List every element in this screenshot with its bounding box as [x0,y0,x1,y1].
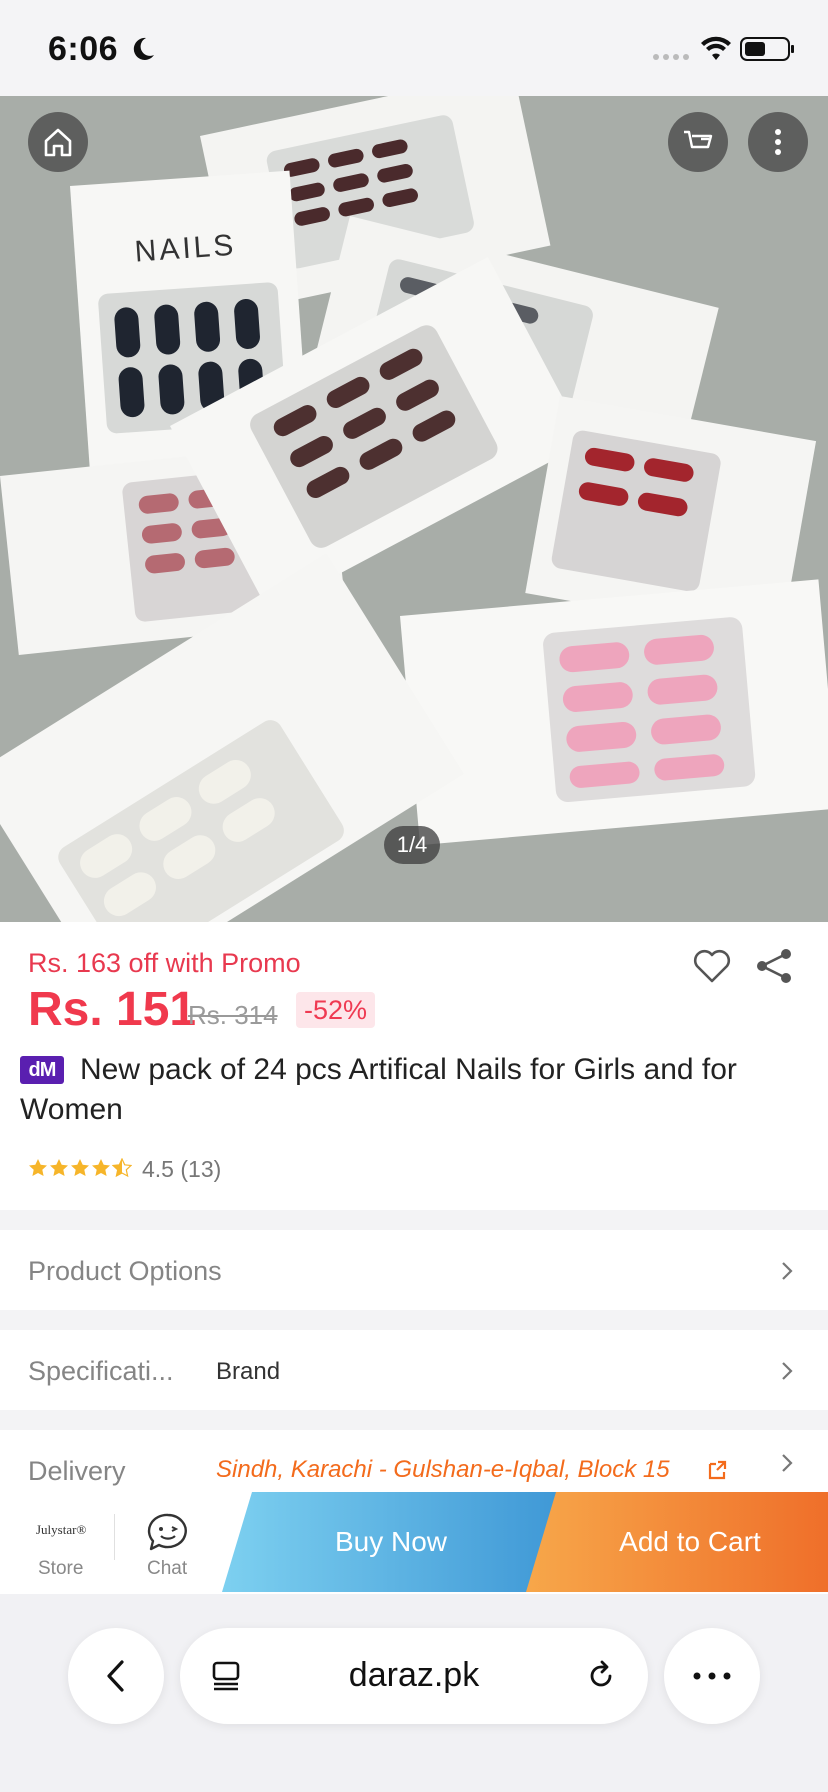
url-text: daraz.pk [348,1656,480,1694]
delivery-row[interactable]: Delivery Sindh, Karachi - Gulshan-e-Iqba… [0,1430,828,1492]
external-link-icon [708,1460,727,1480]
rating-count: (13) [180,1156,222,1182]
vertical-dots-icon [775,129,781,155]
product-title: New pack of 24 pcs Artifical Nails for G… [20,1053,737,1126]
browser-menu-button[interactable] [664,1628,760,1724]
chevron-right-icon [782,1362,793,1380]
delivery-location: Sindh, Karachi - Gulshan-e-Iqbal, Block … [216,1456,670,1483]
wifi-icon [701,36,731,60]
chat-icon [147,1513,187,1551]
chevron-left-icon [107,1660,124,1692]
rating-stars [28,1158,132,1178]
share-icon[interactable] [754,946,794,986]
product-photo: NAILS [0,96,828,922]
divider [114,1514,115,1560]
star-icon [50,1159,68,1176]
star-icon [29,1159,47,1176]
buy-now-button[interactable]: Buy Now [222,1492,560,1592]
half-star-icon [112,1158,132,1178]
current-price: Rs. 151 [28,983,197,1036]
chat-label: Chat [147,1558,188,1579]
product-options-label: Product Options [28,1256,222,1286]
rating-summary: 4.5 (13) [142,1156,221,1183]
wishlist-heart-icon[interactable] [692,948,732,984]
specifications-row[interactable]: Specificati... Brand [0,1330,828,1410]
specifications-value: Brand [216,1358,281,1385]
product-options-row[interactable]: Product Options [0,1230,828,1310]
store-label: Store [38,1558,84,1579]
horizontal-dots-icon [693,1672,731,1680]
home-button[interactable] [28,112,88,172]
address-bar[interactable]: daraz.pk [180,1628,648,1724]
product-image-carousel[interactable]: NAILS 1/4 [0,96,828,922]
home-icon [44,128,72,157]
cart-button[interactable] [668,112,728,172]
chevron-right-icon [782,1262,793,1280]
specifications-label: Specificati... [28,1356,174,1386]
discount-badge: -52% [296,992,376,1028]
star-icon [71,1159,89,1176]
status-time: 6:06 [48,30,119,68]
rating-value: 4.5 [142,1156,174,1182]
image-page-indicator: 1/4 [384,826,440,864]
add-to-cart-button[interactable]: Add to Cart [526,1492,828,1592]
more-options-button[interactable] [748,112,808,172]
cart-icon [684,130,713,149]
delivery-label: Delivery [28,1456,126,1486]
chevron-right-icon [782,1454,793,1472]
product-info-section: Rs. 163 off with Promo Rs. 151 Rs. 314 -… [0,922,828,1210]
status-bar: 6:06 [0,0,828,96]
purchase-action-bar: Julystar® Store Chat Buy Now Add to Cart [0,1492,828,1594]
star-icon [92,1159,110,1176]
reload-icon[interactable] [584,1658,618,1694]
moon-icon [133,37,154,60]
original-price: Rs. 314 [188,1000,278,1030]
store-logo: Julystar® [36,1522,87,1537]
promo-text: Rs. 163 off with Promo [28,948,301,978]
back-button[interactable] [68,1628,164,1724]
cellular-signal-icon [653,54,689,60]
battery-icon [740,37,794,61]
browser-toolbar: daraz.pk [0,1594,828,1792]
